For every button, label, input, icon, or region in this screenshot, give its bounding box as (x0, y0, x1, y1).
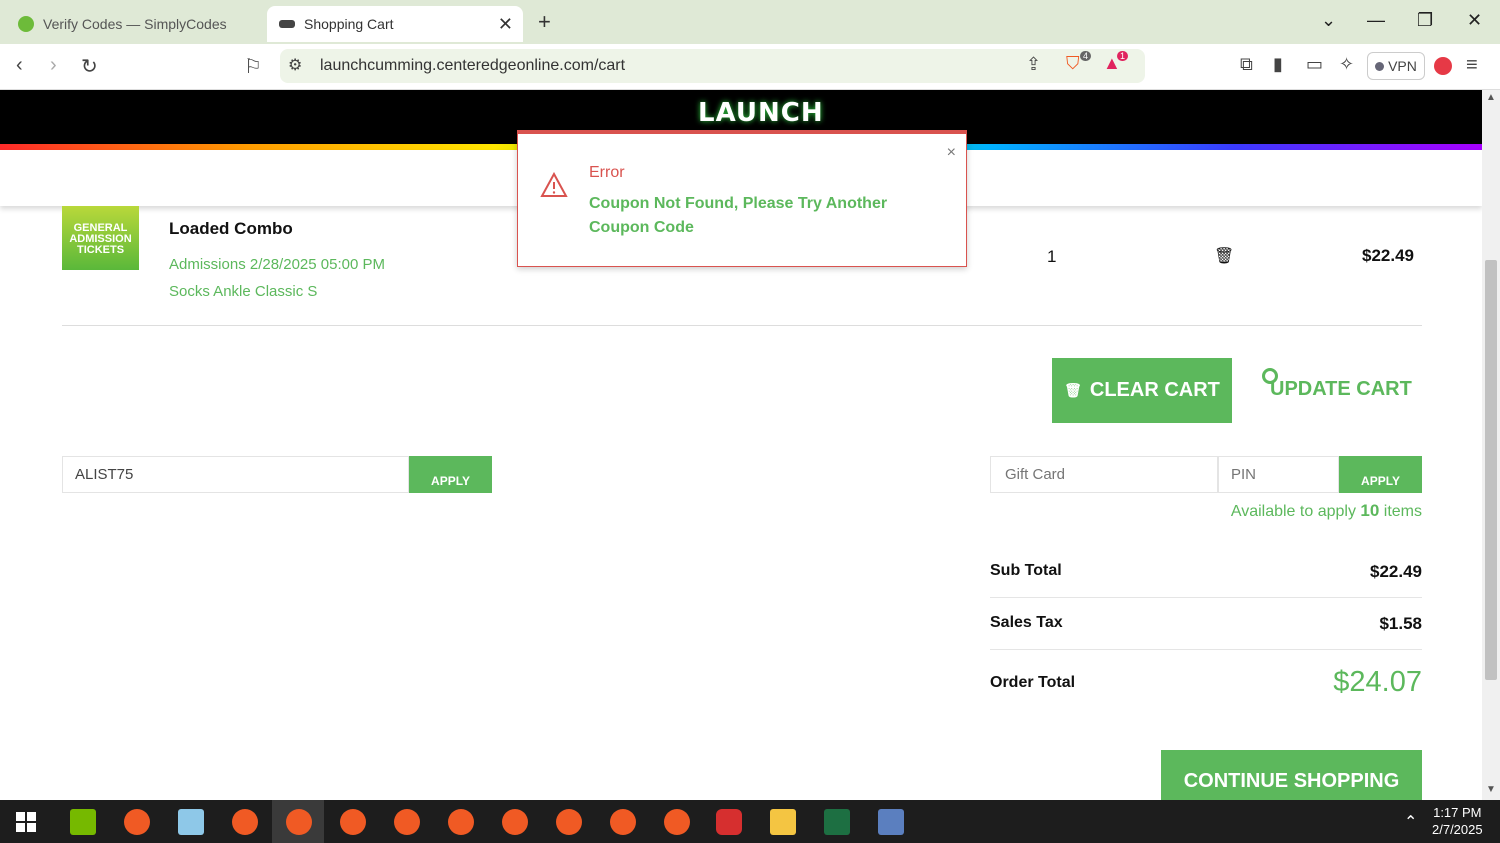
simplycodes-favicon-icon (18, 16, 34, 32)
warning-icon (540, 172, 568, 197)
sidebar-icon[interactable]: ▮ (1273, 54, 1283, 75)
shields-badge: 4 (1080, 51, 1092, 61)
windows-taskbar: ⌃ 1:17 PM 2/7/2025 (0, 800, 1500, 843)
extensions-icon[interactable]: ⧉ (1240, 54, 1253, 75)
minimize-icon[interactable]: — (1367, 10, 1385, 31)
item-detail-socks: Socks Ankle Classic S (169, 283, 318, 300)
site-logo[interactable]: LAUNCH (698, 98, 824, 128)
divider (990, 597, 1422, 598)
wallet-icon[interactable]: ▭ (1306, 54, 1323, 75)
sales-tax-label: Sales Tax (990, 614, 1063, 631)
site-settings-icon[interactable]: ⚙ (288, 55, 302, 75)
brave-shields-icon[interactable]: ⛉ (1066, 53, 1080, 74)
brave-active-icon[interactable] (286, 809, 312, 835)
brave-profile-icon[interactable] (340, 809, 366, 835)
share-icon[interactable]: ⇪ (1026, 54, 1041, 75)
subtotal-value: $22.49 (1370, 562, 1422, 581)
order-total-value: $24.07 (1333, 666, 1422, 698)
update-cart-button[interactable]: UPDATE CART (1262, 368, 1412, 401)
bookmark-icon[interactable]: ⚐ (244, 54, 262, 79)
scroll-up-icon[interactable]: ▲ (1486, 92, 1496, 103)
menu-icon[interactable]: ≡ (1466, 54, 1478, 77)
nvidia-app-icon[interactable] (70, 809, 96, 835)
brave-profile-icon[interactable] (502, 809, 528, 835)
profile-avatar-icon[interactable] (1434, 57, 1452, 75)
calculator-app-icon[interactable] (878, 809, 904, 835)
new-tab-button[interactable]: + (538, 9, 551, 35)
address-bar[interactable]: ⚙ launchcumming.centeredgeonline.com/car… (280, 49, 1145, 83)
subtotal-label: Sub Total (990, 562, 1062, 579)
error-message: Coupon Not Found, Please Try Another Cou… (589, 195, 888, 236)
rewards-badge: 1 (1117, 51, 1129, 61)
brave-profile-icon[interactable] (556, 809, 582, 835)
browser-toolbar: ‹ › ↻ ⚐ ⚙ launchcumming.centeredgeonline… (0, 44, 1500, 90)
vpn-button[interactable]: VPN (1367, 52, 1425, 80)
clear-cart-button[interactable]: 🗑 CLEAR CART (1052, 358, 1232, 423)
vpn-app-icon[interactable] (716, 809, 742, 835)
error-modal: Error Coupon Not Found, Please Try Anoth… (517, 130, 967, 267)
restore-icon[interactable]: ❐ (1417, 10, 1433, 31)
system-tray-chevron-icon[interactable]: ⌃ (1404, 812, 1417, 832)
brave-profile-icon[interactable] (448, 809, 474, 835)
clock-time: 1:17 PM (1433, 805, 1482, 820)
close-modal-icon[interactable]: × (947, 144, 956, 162)
update-cart-label: UPDATE CART (1270, 378, 1412, 400)
brave-profile-icon[interactable] (394, 809, 420, 835)
clock-date: 2/7/2025 (1432, 822, 1483, 837)
item-quantity[interactable]: 1 (1047, 247, 1056, 267)
item-name: Loaded Combo (169, 219, 293, 238)
tab-search-icon[interactable]: ⌄ (1321, 10, 1336, 31)
start-menu-icon[interactable] (16, 812, 36, 832)
scroll-down-icon[interactable]: ▼ (1486, 784, 1496, 795)
brave-profile-icon[interactable] (664, 809, 690, 835)
tab-verify-codes[interactable]: Verify Codes — SimplyCodes (6, 6, 262, 42)
vpn-status-icon (1375, 61, 1385, 71)
file-explorer-icon[interactable] (770, 809, 796, 835)
remove-item-trash-icon[interactable]: 🗑 (1214, 246, 1234, 266)
excel-app-icon[interactable] (824, 809, 850, 835)
launch-favicon-icon (279, 20, 295, 28)
browser-tab-bar: Verify Codes — SimplyCodes Shopping Cart… (0, 0, 1500, 44)
continue-shopping-button[interactable]: CONTINUE SHOPPING (1161, 750, 1422, 800)
clear-cart-label: CLEAR CART (1089, 379, 1220, 401)
taskbar-clock[interactable]: 1:17 PM 2/7/2025 (1432, 804, 1483, 838)
close-window-icon[interactable]: ✕ (1467, 10, 1482, 31)
forward-icon[interactable]: › (50, 54, 57, 77)
apply-gift-card-button[interactable]: APPLY (1339, 456, 1422, 493)
tab-shopping-cart[interactable]: Shopping Cart ✕ (267, 6, 523, 42)
notepad-app-icon[interactable] (178, 809, 204, 835)
trash-icon: 🗑 (1064, 382, 1082, 398)
page-scrollbar[interactable]: ▲ ▼ (1482, 90, 1500, 800)
close-tab-icon[interactable]: ✕ (498, 14, 513, 35)
coupon-code-input[interactable] (62, 456, 409, 493)
divider (62, 325, 1422, 326)
brave-browser-icon[interactable] (124, 809, 150, 835)
brave-profile-icon[interactable] (610, 809, 636, 835)
available-to-apply-text: Available to apply 10 items (1230, 501, 1422, 520)
vpn-label: VPN (1388, 58, 1417, 74)
item-price: $22.49 (1362, 246, 1414, 265)
tab-title: Verify Codes — SimplyCodes (43, 16, 227, 32)
tab-title: Shopping Cart (304, 16, 394, 32)
divider (990, 649, 1422, 650)
url-text: launchcumming.centeredgeonline.com/cart (320, 57, 626, 74)
item-detail-admission: Admissions 2/28/2025 05:00 PM (169, 256, 385, 273)
back-icon[interactable]: ‹ (16, 54, 23, 77)
scroll-thumb[interactable] (1485, 260, 1497, 680)
refresh-icon (1262, 368, 1278, 384)
leo-ai-icon[interactable]: ✧ (1339, 54, 1354, 75)
gift-card-input[interactable] (990, 456, 1218, 493)
item-thumbnail: GENERAL ADMISSION TICKETS (62, 206, 139, 270)
reload-icon[interactable]: ↻ (81, 54, 98, 79)
available-count: 10 (1360, 501, 1380, 520)
sales-tax-value: $1.58 (1379, 614, 1422, 633)
brave-profile-icon[interactable] (232, 809, 258, 835)
error-title: Error (589, 164, 625, 181)
gift-card-pin-input[interactable] (1218, 456, 1339, 493)
order-total-label: Order Total (990, 674, 1076, 691)
apply-coupon-button[interactable]: APPLY (409, 456, 492, 493)
